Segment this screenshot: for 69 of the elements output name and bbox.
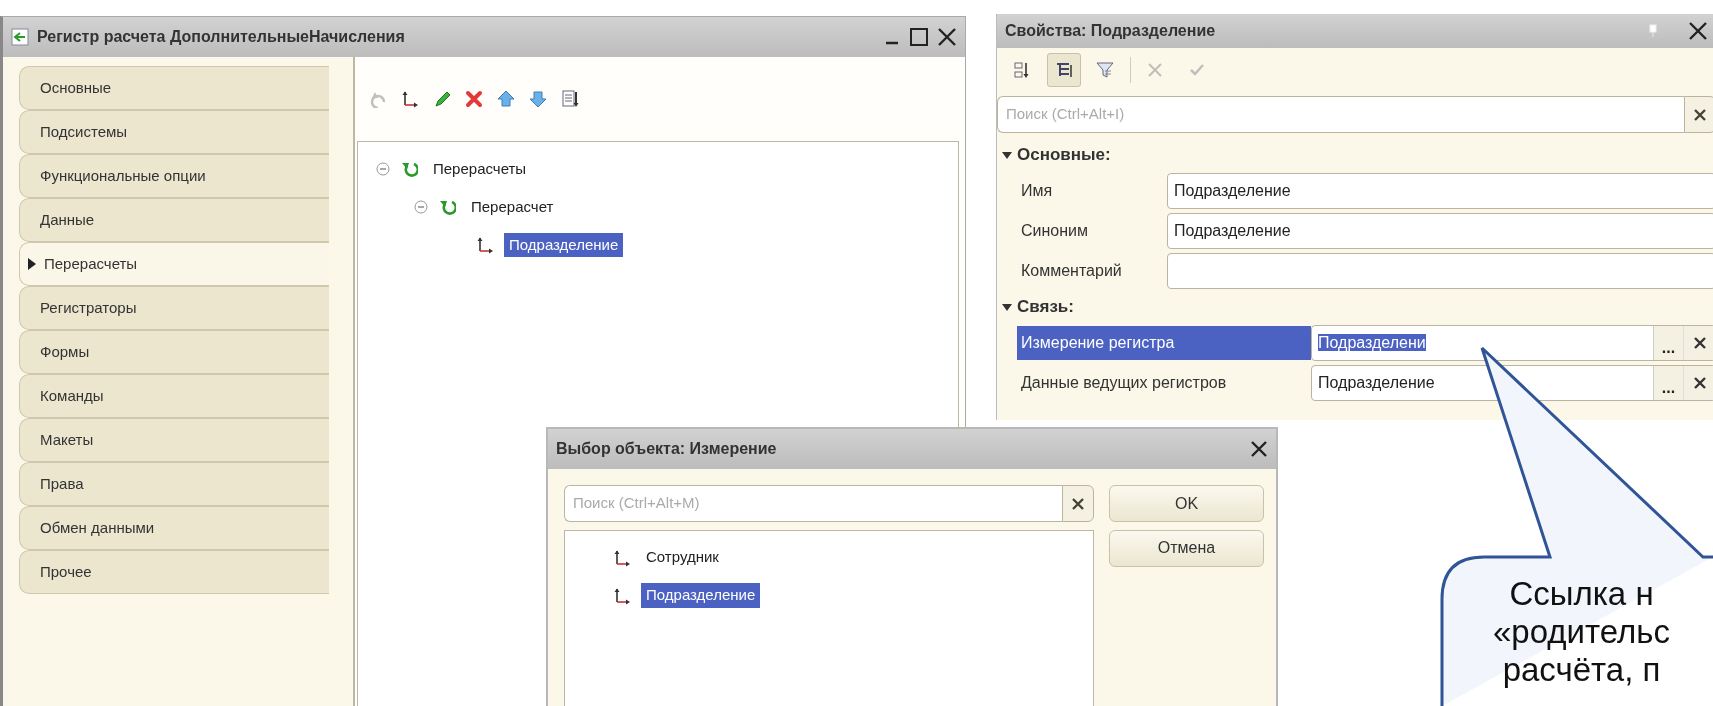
clear-icon[interactable] — [1693, 107, 1707, 122]
tab[interactable]: Прочее — [19, 550, 329, 594]
tab[interactable]: Данные — [19, 198, 329, 242]
delete-icon[interactable] — [465, 90, 483, 108]
property-label[interactable]: Данные ведущих регистров — [1017, 366, 1311, 400]
sort-icon — [1013, 61, 1031, 79]
cancel-icon — [1146, 61, 1164, 79]
group-title: Основные: — [1017, 144, 1111, 167]
axes-icon — [476, 236, 494, 254]
property-label[interactable]: Комментарий — [1017, 254, 1167, 288]
tree-item[interactable]: Подразделение — [504, 232, 624, 258]
axes-icon — [613, 548, 631, 567]
tab[interactable]: Обмен данными — [19, 506, 329, 550]
select-button[interactable]: ... — [1653, 366, 1683, 400]
clear-icon[interactable] — [1071, 496, 1085, 511]
categories-button[interactable] — [1046, 53, 1081, 87]
select-button[interactable]: ... — [1653, 326, 1683, 360]
group-title: Связь: — [1017, 296, 1074, 319]
circular-arrow-icon — [400, 160, 418, 178]
property-label[interactable]: Синоним — [1017, 214, 1167, 248]
property-field[interactable]: Подразделение — [1167, 213, 1713, 249]
property-field[interactable]: Подразделение ... — [1311, 365, 1713, 401]
clear-icon[interactable] — [1692, 376, 1707, 390]
axes-icon[interactable] — [401, 90, 419, 108]
collapse-triangle-icon[interactable] — [1001, 301, 1013, 313]
window-title: Регистр расчета ДополнительныеНачисления — [37, 27, 405, 47]
property-field[interactable]: Подразделение — [1167, 173, 1713, 209]
panel-title: Свойства: Подразделение — [1005, 21, 1216, 41]
tab[interactable]: Перерасчеты — [19, 242, 329, 286]
pencil-icon[interactable] — [433, 90, 451, 108]
property-field[interactable]: Подразделени ... — [1311, 325, 1713, 361]
tree-item[interactable]: Перерасчет — [466, 194, 559, 220]
window-icon — [11, 28, 29, 46]
close-icon[interactable] — [937, 27, 957, 47]
maximize-icon[interactable] — [909, 27, 929, 47]
close-icon[interactable] — [1688, 21, 1708, 41]
circular-arrow-icon — [438, 198, 456, 216]
tab[interactable]: Регистраторы — [19, 286, 329, 330]
axes-icon — [613, 586, 631, 605]
list-icon[interactable] — [561, 90, 579, 108]
tab[interactable]: Права — [19, 462, 329, 506]
cancel-button[interactable]: Отмена — [1109, 529, 1264, 567]
property-label[interactable]: Измерение регистра — [1017, 326, 1311, 360]
list-item[interactable]: Подразделение — [641, 583, 761, 608]
tab[interactable]: Основные — [19, 66, 329, 110]
collapse-triangle-icon[interactable] — [1001, 149, 1013, 161]
tree-item[interactable]: Перерасчеты — [428, 156, 532, 182]
close-icon[interactable] — [1250, 440, 1268, 458]
filter-icon — [1096, 61, 1114, 79]
list-item[interactable]: Сотрудник — [641, 545, 724, 570]
property-label[interactable]: Имя — [1017, 174, 1167, 208]
selected-marker-icon — [28, 258, 36, 270]
search-field[interactable]: Поиск (Ctrl+Alt+I) — [997, 96, 1684, 133]
clear-button[interactable] — [1062, 485, 1094, 522]
ok-button[interactable]: OK — [1109, 485, 1264, 522]
tree-view-icon — [1054, 61, 1073, 79]
clear-icon[interactable] — [1692, 336, 1707, 350]
tab[interactable]: Макеты — [19, 418, 329, 462]
down-arrow-icon[interactable] — [529, 90, 547, 108]
tab[interactable]: Функциональные опции — [19, 154, 329, 198]
search-field[interactable]: Поиск (Ctrl+Alt+M) — [564, 485, 1062, 522]
tab[interactable]: Формы — [19, 330, 329, 374]
up-arrow-icon[interactable] — [497, 90, 515, 108]
property-field[interactable] — [1167, 253, 1713, 289]
clear-button[interactable] — [1684, 96, 1713, 133]
callout-text: Ссылка н «родительс расчёта, п — [1492, 575, 1671, 689]
tab[interactable]: Подсистемы — [19, 110, 329, 154]
tab[interactable]: Команды — [19, 374, 329, 418]
dialog-title: Выбор объекта: Измерение — [556, 439, 777, 459]
